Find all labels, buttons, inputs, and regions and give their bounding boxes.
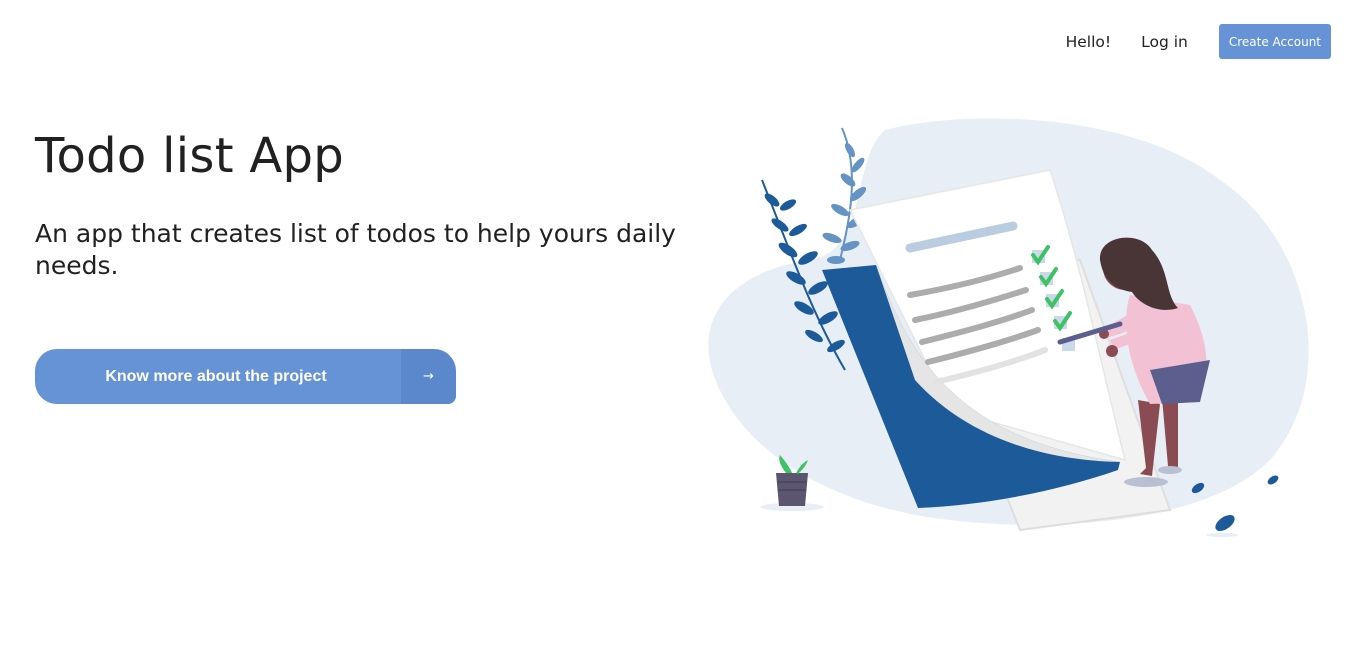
login-link[interactable]: Log in	[1141, 33, 1188, 51]
page-title: Todo list App	[35, 128, 345, 184]
top-nav: Hello! Log in Create Account	[1066, 24, 1331, 59]
create-account-button[interactable]: Create Account	[1218, 24, 1331, 59]
page-subtitle: An app that creates list of todos to hel…	[35, 219, 676, 280]
landing-page: Hello! Log in Create Account Todo list A…	[0, 0, 1366, 660]
know-more-button[interactable]: Know more about the project →	[35, 349, 456, 404]
arrow-right-icon: →	[401, 349, 456, 404]
know-more-label: Know more about the project	[35, 349, 401, 404]
todo-checklist-illustration	[708, 118, 1309, 537]
greeting-text: Hello!	[1065, 32, 1112, 51]
